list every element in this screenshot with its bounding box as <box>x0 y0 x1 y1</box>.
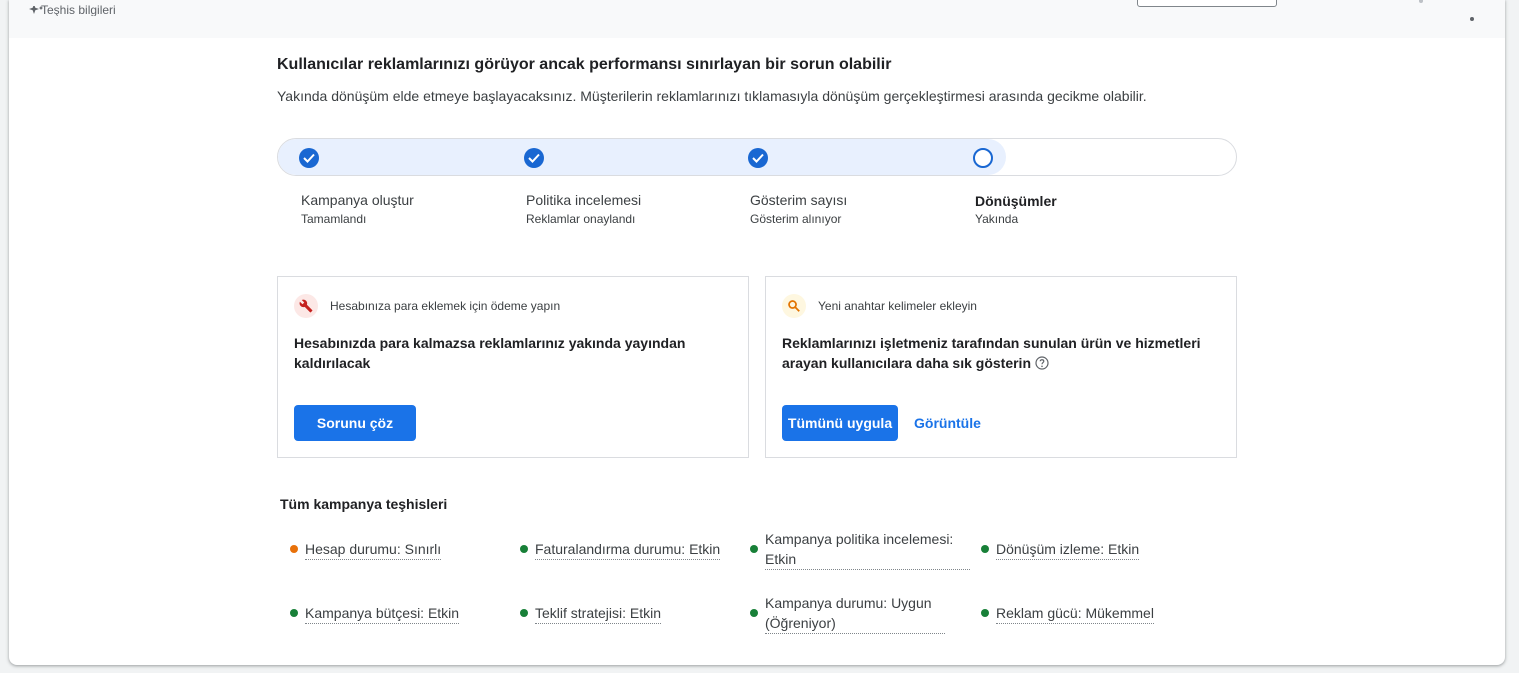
step-subtitle: Yakında <box>975 212 1019 226</box>
status-description: Yakında dönüşüm elde etmeye başlayacaksı… <box>277 88 1147 104</box>
recommendation-text: Hesabınızda para kalmazsa reklamlarınız … <box>294 335 686 371</box>
diagnostic-item[interactable]: Dönüşüm izleme: Etkin <box>981 539 1181 579</box>
help-icon[interactable] <box>1035 355 1049 375</box>
header-icon[interactable] <box>1419 0 1423 3</box>
diagnostic-item[interactable]: Faturalandırma durumu: Etkin <box>520 539 740 579</box>
card-header: Teşhis bilgileri <box>9 0 1505 38</box>
step-subtitle: Tamamlandı <box>301 212 367 226</box>
fix-issue-button[interactable]: Sorunu çöz <box>294 405 416 441</box>
diagnostic-text: Kampanya durumu: Uygun (Öğreniyor) <box>765 593 945 634</box>
header-action-button[interactable] <box>1137 0 1277 7</box>
search-icon <box>782 294 806 318</box>
step-subtitle: Reklamlar onaylandı <box>526 212 636 226</box>
step-subtitle: Gösterim alınıyor <box>750 212 842 226</box>
diagnostic-text: Dönüşüm izleme: Etkin <box>996 539 1140 560</box>
diagnostic-item[interactable]: Teklif stratejisi: Etkin <box>520 603 740 643</box>
step-title: Kampanya oluştur <box>301 192 414 208</box>
progress-fill <box>278 139 1007 175</box>
diagnostic-text: Hesap durumu: Sınırlı <box>305 539 442 560</box>
diagnostic-text: Kampanya politika incelemesi: Etkin <box>765 529 970 570</box>
status-dot <box>290 609 298 617</box>
diagnostic-item[interactable]: Kampanya durumu: Uygun (Öğreniyor) <box>750 593 970 634</box>
diagnostics-card: Teşhis bilgileri Kullanıcılar reklamları… <box>9 0 1505 665</box>
status-dot <box>981 609 989 617</box>
card-header-label: Teşhis bilgileri <box>41 4 116 16</box>
step-title: Gösterim sayısı <box>750 192 848 208</box>
status-dot <box>981 545 989 553</box>
view-button[interactable]: Görüntüle <box>914 405 981 441</box>
all-diagnostics-title: Tüm kampanya teşhisleri <box>280 496 448 512</box>
recommendation-label: Hesabınıza para eklemek için ödeme yapın <box>330 299 561 313</box>
diagnostic-item[interactable]: Reklam gücü: Mükemmel <box>981 603 1181 643</box>
more-vert-icon[interactable] <box>1470 17 1474 21</box>
status-dot <box>520 545 528 553</box>
diagnostic-text: Teklif stratejisi: Etkin <box>535 603 662 624</box>
status-dot <box>750 545 758 553</box>
wrench-icon <box>294 294 318 318</box>
step-1-check-icon <box>299 148 319 168</box>
status-dot <box>290 545 298 553</box>
diagnostic-text: Faturalandırma durumu: Etkin <box>535 539 721 560</box>
progress-track <box>277 138 1237 176</box>
recommendation-label: Yeni anahtar kelimeler ekleyin <box>818 299 977 313</box>
apply-all-button[interactable]: Tümünü uygula <box>782 405 898 441</box>
diagnostic-item[interactable]: Kampanya bütçesi: Etkin <box>290 603 490 643</box>
recommendation-text-wrap: Reklamlarınızı işletmeniz tarafından sun… <box>782 333 1202 375</box>
step-title: Politika incelemesi <box>526 192 642 208</box>
status-dot <box>750 609 758 617</box>
step-2-check-icon <box>524 148 544 168</box>
status-headline: Kullanıcılar reklamlarınızı görüyor anca… <box>277 56 892 73</box>
diagnostic-item[interactable]: Hesap durumu: Sınırlı <box>290 539 490 579</box>
step-title-current: Dönüşümler <box>975 193 1057 209</box>
step-4-pending-icon <box>973 148 993 168</box>
step-3-check-icon <box>748 148 768 168</box>
recommendation-card-payment: Hesabınıza para eklemek için ödeme yapın… <box>277 276 749 458</box>
diagnostic-text: Kampanya bütçesi: Etkin <box>305 603 460 624</box>
diagnostic-item[interactable]: Kampanya politika incelemesi: Etkin <box>750 529 970 570</box>
recommendation-text: Reklamlarınızı işletmeniz tarafından sun… <box>782 335 1201 371</box>
recommendation-card-keywords: Yeni anahtar kelimeler ekleyin Reklamlar… <box>765 276 1237 458</box>
status-dot <box>520 609 528 617</box>
diagnostic-text: Reklam gücü: Mükemmel <box>996 603 1154 624</box>
